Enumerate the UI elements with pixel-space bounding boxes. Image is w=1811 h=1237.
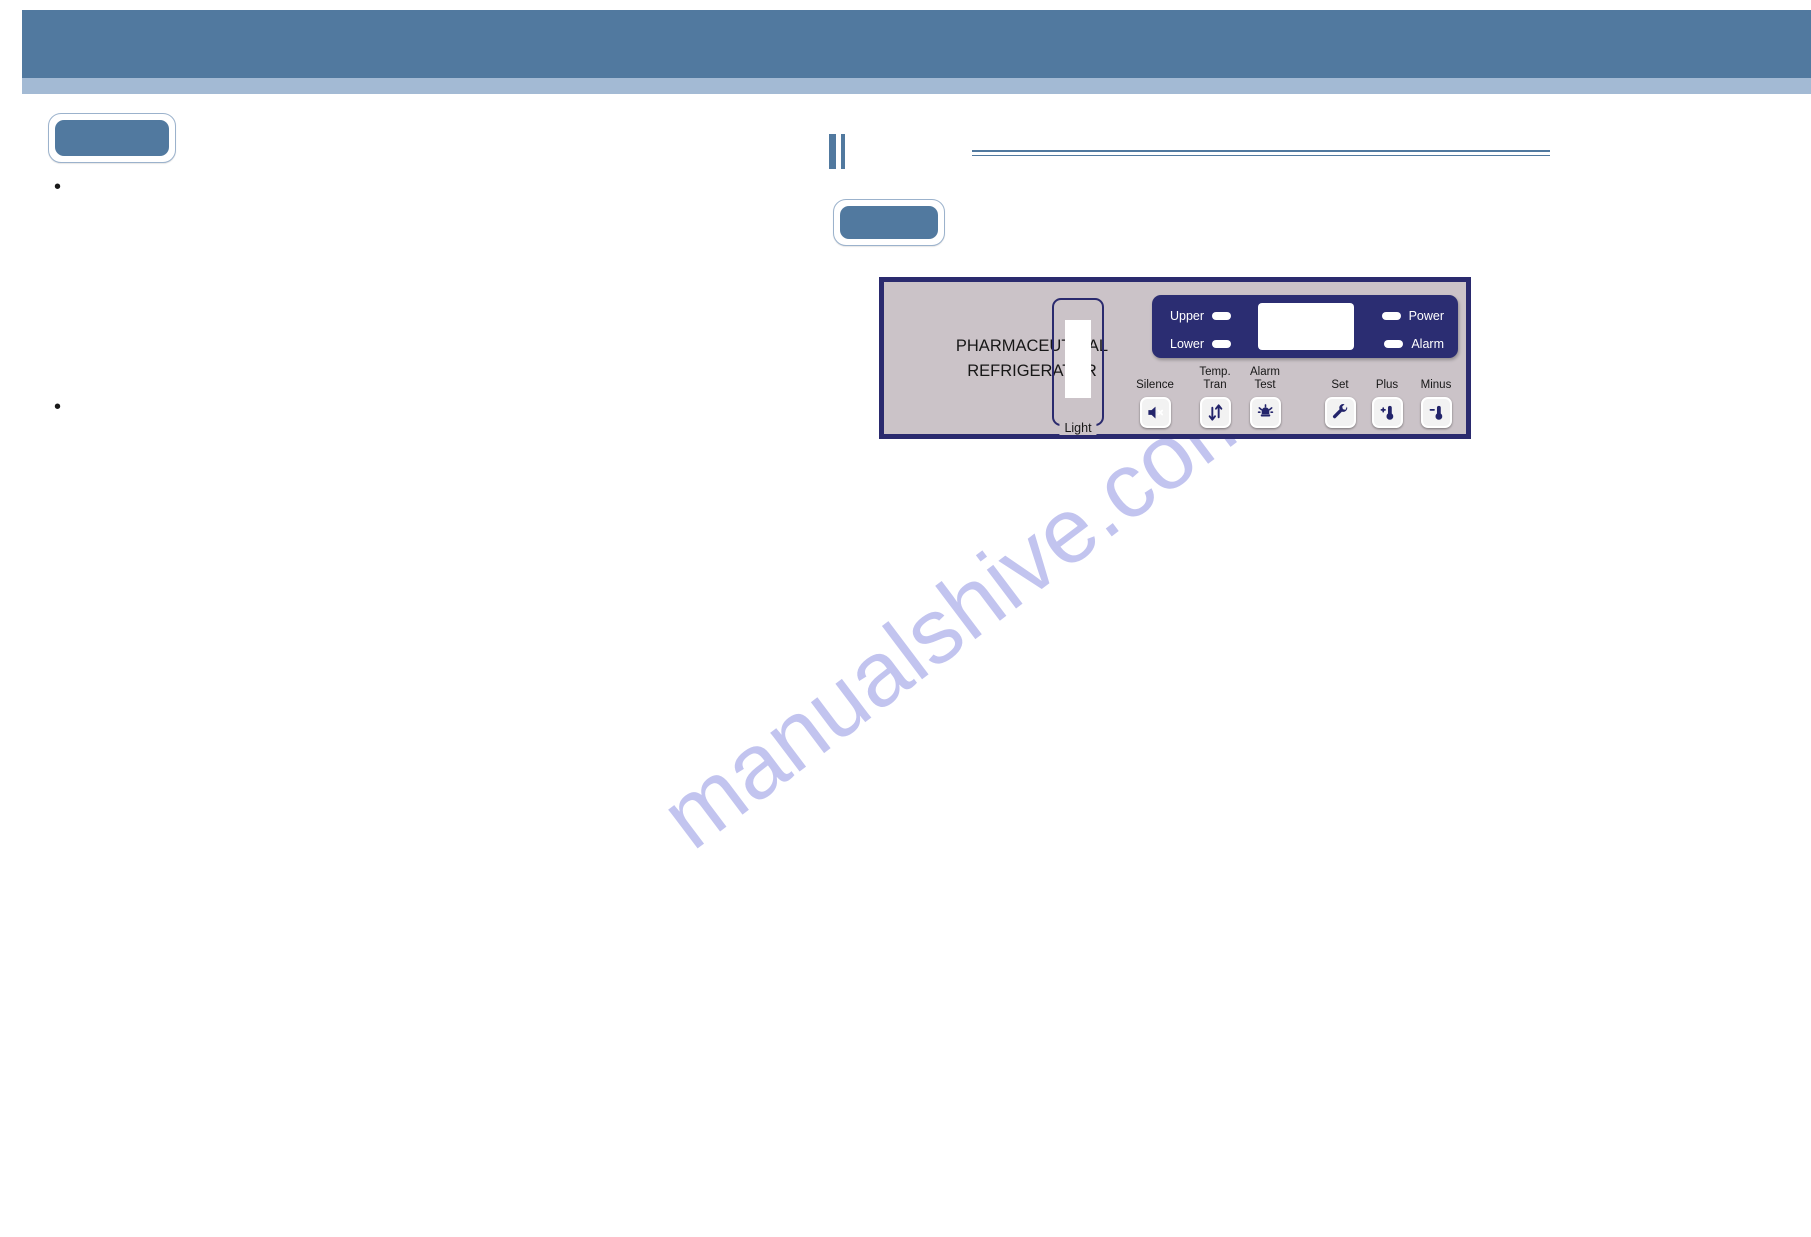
control-panel-illustration: PHARMACEUTICAL REFRIGERATOR Light Upper … — [879, 277, 1471, 439]
alarm-siren-icon[interactable] — [1249, 397, 1281, 428]
indicator-upper-label: Upper — [1170, 309, 1205, 323]
light-switch-label: Light — [1059, 421, 1097, 435]
key-temp-tran-label: Temp. Tran — [1199, 365, 1231, 392]
key-plus[interactable]: Plus — [1364, 365, 1410, 428]
indicator-alarm: Alarm — [1384, 337, 1444, 351]
key-alarm-test-label: Alarm Test — [1249, 365, 1281, 392]
control-panel-key-row: Silence Temp. Tran Alarm Test Set Plus M… — [1132, 365, 1468, 435]
section-marker-icon — [829, 134, 851, 169]
key-temp-tran[interactable]: Temp. Tran — [1192, 365, 1238, 428]
led-indicator-icon — [1212, 340, 1232, 348]
light-switch[interactable]: Light — [1052, 298, 1104, 435]
page-header-underband — [22, 78, 1811, 94]
indicator-alarm-label: Alarm — [1411, 337, 1444, 351]
key-plus-label: Plus — [1375, 379, 1399, 392]
light-switch-rocker[interactable] — [1065, 320, 1091, 398]
display-module: Upper Lower Power Alarm — [1152, 295, 1458, 358]
led-indicator-icon — [1381, 312, 1401, 320]
section-divider — [972, 150, 1550, 157]
key-silence-label: Silence — [1136, 379, 1174, 392]
key-silence[interactable]: Silence — [1132, 365, 1178, 428]
page-header-band — [22, 10, 1811, 78]
section-heading-chip-right-label — [840, 206, 938, 239]
key-minus-label: Minus — [1420, 379, 1452, 392]
led-indicator-icon — [1384, 340, 1404, 348]
key-set[interactable]: Set — [1317, 365, 1363, 428]
key-minus[interactable]: Minus — [1413, 365, 1459, 428]
control-panel-brand-label: PHARMACEUTICAL REFRIGERATOR — [955, 337, 1109, 380]
indicator-power-label: Power — [1408, 309, 1444, 323]
wrench-icon[interactable] — [1324, 397, 1356, 428]
thermometer-minus-icon[interactable] — [1420, 397, 1452, 428]
thermometer-plus-icon[interactable] — [1371, 397, 1403, 428]
indicator-lower-label: Lower — [1170, 337, 1205, 351]
section-heading-chip-right — [833, 199, 945, 246]
section-heading-chip-left — [48, 113, 176, 163]
key-alarm-test[interactable]: Alarm Test — [1242, 365, 1288, 428]
indicator-lower: Lower — [1170, 337, 1232, 351]
indicator-upper: Upper — [1170, 309, 1232, 323]
speaker-mute-icon[interactable] — [1139, 397, 1171, 428]
section-heading-chip-left-label — [55, 120, 169, 156]
lcd-display — [1258, 303, 1354, 350]
led-indicator-icon — [1212, 312, 1232, 320]
key-set-label: Set — [1331, 379, 1349, 392]
indicator-power: Power — [1381, 309, 1444, 323]
up-down-arrows-icon[interactable] — [1199, 397, 1231, 428]
